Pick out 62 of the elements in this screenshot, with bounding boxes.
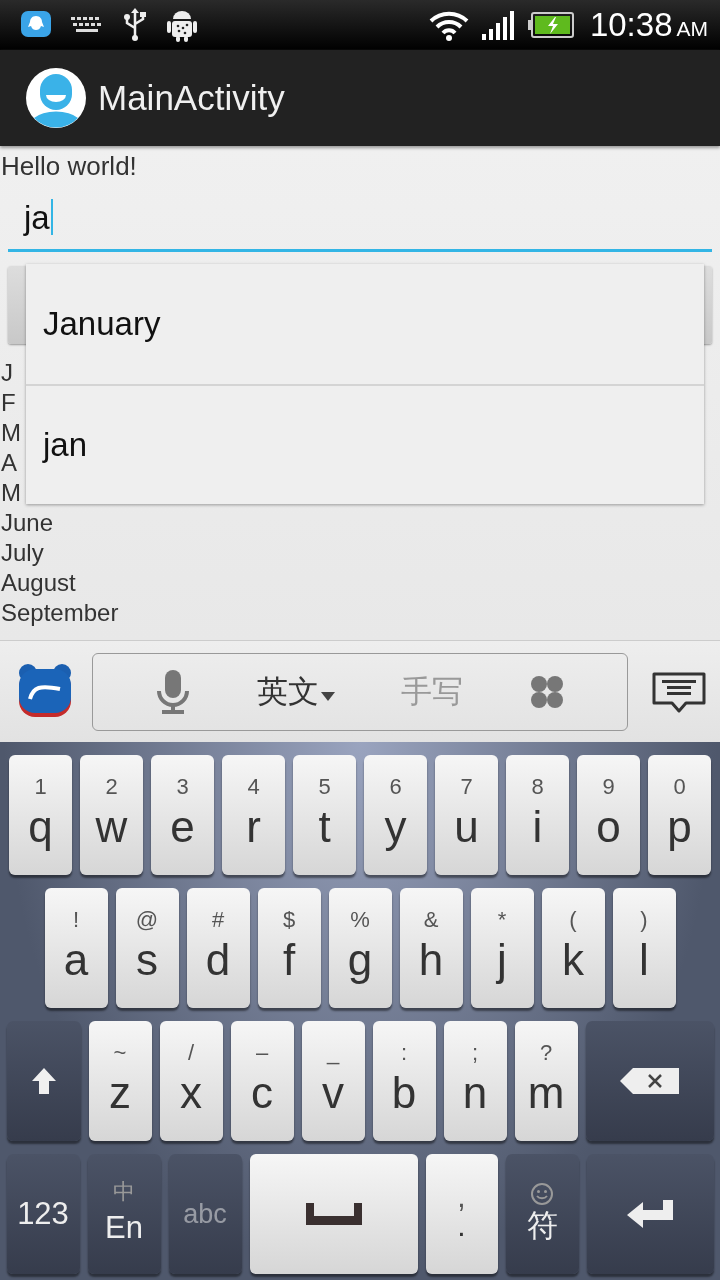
- keyboard-icon: [70, 15, 104, 35]
- key[interactable]: / x: [159, 1021, 223, 1141]
- key[interactable]: % g: [328, 888, 392, 1008]
- caret-icon: [320, 692, 335, 701]
- list-item[interactable]: September: [0, 598, 720, 628]
- key[interactable]: ( k: [541, 888, 605, 1008]
- key[interactable]: @ s: [115, 888, 179, 1008]
- enter-key[interactable]: [586, 1154, 714, 1274]
- enter-arrow-icon: [625, 1199, 675, 1229]
- key[interactable]: ) l: [612, 888, 676, 1008]
- key[interactable]: : b: [372, 1021, 436, 1141]
- key[interactable]: 7 u: [435, 755, 498, 875]
- list-item[interactable]: July: [0, 538, 720, 568]
- key[interactable]: 6 y: [364, 755, 427, 875]
- key[interactable]: 8 i: [506, 755, 569, 875]
- key[interactable]: 1 q: [9, 755, 72, 875]
- keyboard-hide-icon[interactable]: [652, 670, 706, 713]
- suggestion-item[interactable]: January: [26, 264, 704, 384]
- key[interactable]: & h: [399, 888, 463, 1008]
- key[interactable]: 2 w: [80, 755, 143, 875]
- input-mode-tab[interactable]: 英文: [256, 670, 335, 713]
- battery-charging-icon: [527, 12, 574, 38]
- key[interactable]: 0 p: [648, 755, 711, 875]
- shift-key[interactable]: [6, 1021, 81, 1141]
- backspace-icon: [618, 1067, 681, 1095]
- clock-time: 10:38: [589, 6, 673, 44]
- usb-icon: [122, 8, 148, 42]
- key[interactable]: # d: [186, 888, 250, 1008]
- key[interactable]: – c: [230, 1021, 294, 1141]
- key[interactable]: , .: [425, 1154, 498, 1274]
- key[interactable]: 4 r: [222, 755, 285, 875]
- space-bar-icon: [305, 1203, 362, 1225]
- key[interactable]: 5 t: [293, 755, 356, 875]
- symbol-key[interactable]: 符: [505, 1154, 579, 1274]
- key[interactable]: 9 o: [577, 755, 640, 875]
- list-item[interactable]: June: [0, 508, 720, 538]
- suggestion-item[interactable]: jan: [26, 384, 704, 504]
- key[interactable]: * j: [470, 888, 534, 1008]
- key[interactable]: ! a: [44, 888, 108, 1008]
- text-field[interactable]: ja: [8, 182, 712, 252]
- key[interactable]: ? m: [514, 1021, 578, 1141]
- key[interactable]: 3 e: [151, 755, 214, 875]
- key[interactable]: _ v: [301, 1021, 365, 1141]
- avatar-icon: [26, 68, 86, 128]
- microphone-icon[interactable]: [156, 668, 191, 715]
- app-title: MainActivity: [98, 78, 285, 118]
- clover-icon[interactable]: [529, 674, 564, 709]
- signal-icon: [481, 10, 516, 40]
- mode-key[interactable]: 中 En: [87, 1154, 161, 1274]
- backspace-key[interactable]: [585, 1021, 714, 1141]
- space-key[interactable]: [249, 1154, 418, 1274]
- shift-arrow-icon: [30, 1067, 57, 1095]
- list-item[interactable]: August: [0, 568, 720, 598]
- key[interactable]: ; n: [443, 1021, 507, 1141]
- mode-key[interactable]: 123: [6, 1154, 80, 1274]
- text-cursor: [50, 199, 53, 235]
- key[interactable]: ~ z: [88, 1021, 152, 1141]
- key[interactable]: $ f: [257, 888, 321, 1008]
- clock-meridiem: AM: [676, 17, 708, 41]
- greeting-text: Hello world!: [0, 150, 138, 182]
- smiley-icon: [530, 1182, 554, 1206]
- wifi-icon: [427, 9, 470, 41]
